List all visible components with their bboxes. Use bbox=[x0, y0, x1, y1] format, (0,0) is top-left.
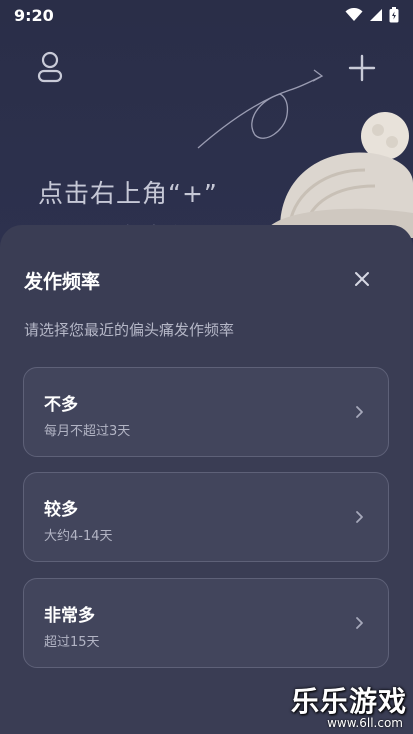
chevron-right-icon bbox=[356, 511, 363, 523]
option-description: 大约4-14天 bbox=[44, 529, 113, 544]
user-icon[interactable] bbox=[36, 50, 64, 84]
sheet-title: 发作频率 bbox=[24, 271, 101, 293]
option-more[interactable]: 较多 大约4-14天 bbox=[23, 472, 389, 562]
option-title: 不多 bbox=[44, 395, 78, 415]
winter-hat-illustration bbox=[270, 112, 413, 238]
close-icon bbox=[355, 272, 369, 286]
option-title: 非常多 bbox=[44, 606, 95, 626]
option-description: 超过15天 bbox=[44, 635, 100, 650]
status-time: 9:20 bbox=[14, 5, 54, 25]
option-description: 每月不超过3天 bbox=[44, 424, 131, 439]
option-few[interactable]: 不多 每月不超过3天 bbox=[23, 367, 389, 457]
option-very-many[interactable]: 非常多 超过15天 bbox=[23, 578, 389, 668]
option-title: 较多 bbox=[44, 500, 78, 520]
frequency-sheet: 发作频率 请选择您最近的偏头痛发作频率 不多 每月不超过3天 较多 大约4-14… bbox=[0, 225, 413, 734]
chevron-right-icon bbox=[356, 617, 363, 629]
watermark: 乐乐游戏 www.6ll.com bbox=[291, 680, 409, 734]
status-bar: 9:20 bbox=[0, 0, 413, 30]
sheet-subtitle: 请选择您最近的偏头痛发作频率 bbox=[24, 321, 235, 339]
watermark-brand: 乐乐游戏 bbox=[291, 685, 408, 718]
chevron-right-icon bbox=[356, 406, 363, 418]
wifi-icon bbox=[345, 8, 363, 21]
watermark-url: www.6ll.com bbox=[327, 716, 403, 730]
close-button[interactable] bbox=[350, 267, 374, 291]
signal-icon bbox=[370, 9, 382, 21]
battery-icon bbox=[389, 7, 399, 23]
add-record-button[interactable] bbox=[346, 52, 378, 84]
status-icons bbox=[345, 7, 399, 23]
